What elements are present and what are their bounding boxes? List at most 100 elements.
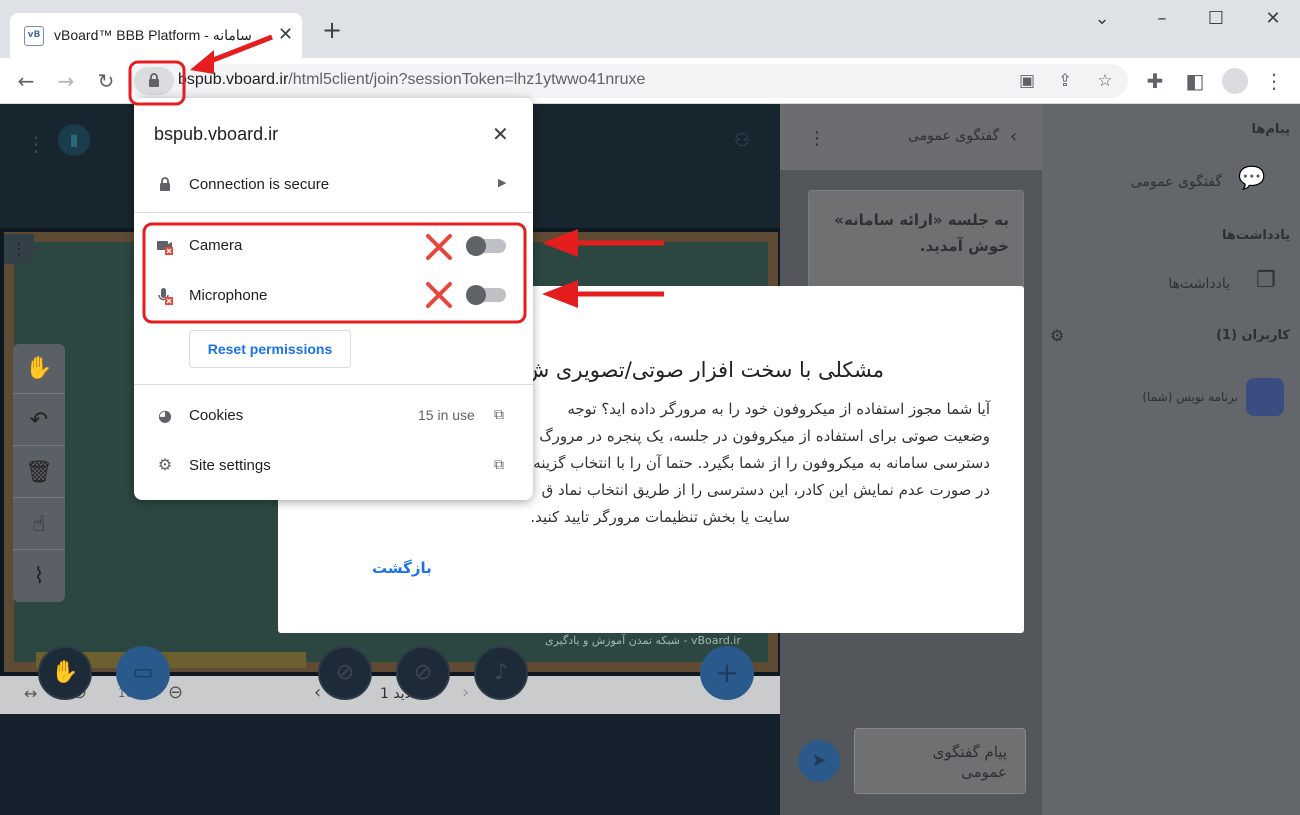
divider — [134, 384, 533, 385]
chat-back-icon[interactable]: ‹ — [1010, 126, 1017, 147]
new-tab-icon[interactable]: + — [322, 18, 342, 42]
chat-title: گفتگوی عمومی — [908, 128, 1000, 144]
modal-line-4: در صورت عدم نمایش این کادر، این دسترسی ر… — [541, 481, 990, 499]
user-list-toggle-icon[interactable]: ⚇ — [734, 130, 750, 151]
reset-permissions-button[interactable]: Reset permissions — [189, 330, 351, 368]
toggle-knob — [466, 285, 486, 305]
slide-credit: vBoard.ir - شبکه تمدن آموزش و یادگیری — [545, 634, 741, 647]
gear-icon: ⚙ — [157, 455, 173, 474]
forward-icon[interactable]: → — [54, 70, 78, 94]
zoom-out-icon[interactable]: ⊖ — [168, 682, 183, 703]
presentation-toggle-button[interactable]: ▭ — [116, 646, 170, 700]
site-info-popup: bspub.vboard.ir ✕ Connection is secure ▶… — [134, 98, 533, 500]
welcome-line-1: به جلسه «ارائه سامانه» — [834, 211, 1009, 229]
maximize-icon[interactable]: ☐ — [1196, 6, 1236, 32]
vboard-favicon-icon: vB — [24, 26, 44, 46]
tab-strip: vB vBoard™ BBB Platform - سامانه ✕ + ⌄ –… — [0, 0, 1300, 58]
actions-plus-button[interactable]: + — [700, 646, 754, 700]
chat-message-input[interactable]: پیام گفتگوی عمومی — [854, 728, 1026, 794]
lock-icon — [160, 177, 170, 191]
close-window-icon[interactable]: ✕ — [1253, 6, 1293, 32]
chat-placeholder-line-1: پیام گفتگوی — [932, 743, 1007, 761]
chat-placeholder-line-2: عمومی — [961, 763, 1007, 781]
raise-hand-button[interactable]: ✋ — [38, 646, 92, 700]
next-slide-icon[interactable]: › — [462, 682, 469, 703]
hand-tool-icon[interactable]: ✋ — [13, 344, 65, 394]
notes-document-icon: ❐ — [1256, 268, 1276, 293]
fit-width-icon[interactable]: ↔ — [24, 684, 37, 703]
chat-options-icon[interactable]: ⋮ — [808, 128, 826, 149]
open-external-icon: ⧉ — [494, 407, 504, 423]
browser-tab[interactable]: vB vBoard™ BBB Platform - سامانه ✕ — [10, 13, 302, 58]
chart-icon[interactable]: ⌇ — [13, 552, 65, 602]
profile-avatar[interactable] — [1222, 68, 1248, 94]
modal-title: مشکلی با سخت افزار صوتی/تصویری ش — [523, 358, 884, 382]
user-sidebar: پیام‌ها گفتگوی عمومی 💬 یادداشت‌ها یادداش… — [1042, 104, 1300, 815]
action-bar — [0, 714, 780, 815]
toggle-knob — [466, 236, 486, 256]
welcome-line-2: خوش آمدید. — [919, 237, 1009, 255]
blocked-x-icon — [426, 234, 452, 260]
modal-line-2: وضعیت صوتی برای استفاده از میکروفون در ج… — [539, 427, 990, 445]
site-info-button[interactable] — [134, 67, 174, 95]
chat-bubbles-icon: 💬 — [1238, 166, 1266, 191]
url-host: bspub.vboard.ir — [178, 71, 289, 88]
lock-icon — [149, 73, 159, 87]
open-external-icon: ⧉ — [494, 457, 504, 473]
side-panel-icon[interactable]: ◧ — [1183, 70, 1207, 94]
back-icon[interactable]: ← — [14, 70, 38, 94]
blocked-x-icon — [426, 282, 452, 308]
chat-header: ⋮ گفتگوی عمومی ‹ — [780, 104, 1042, 170]
messages-heading: پیام‌ها — [1251, 122, 1291, 137]
undo-icon[interactable]: ↶ — [13, 396, 65, 446]
user-avatar — [1246, 378, 1284, 416]
users-settings-gear-icon[interactable]: ⚙ — [1050, 326, 1064, 345]
modal-line-3: دسترسی سامانه به میکروفون را از شما بگیر… — [533, 454, 990, 472]
popup-close-icon[interactable]: ✕ — [492, 122, 509, 146]
divider — [134, 212, 533, 213]
camera-toggle[interactable] — [466, 236, 506, 256]
slide-menu-icon[interactable]: ⋮ — [4, 234, 34, 264]
extensions-icon[interactable]: ✚ — [1143, 70, 1167, 94]
camera-off-button[interactable]: ⊘ — [396, 646, 450, 700]
close-tab-icon[interactable]: ✕ — [278, 24, 293, 45]
bookmark-star-icon[interactable]: ☆ — [1094, 70, 1116, 92]
url-text: bspub.vboard.ir/html5client/join?session… — [178, 71, 645, 89]
popup-host: bspub.vboard.ir — [154, 124, 279, 144]
user-name[interactable]: برنامه نویس (شما) — [1142, 390, 1238, 404]
trash-icon[interactable]: 🗑 — [13, 448, 65, 498]
camera-label: Camera — [189, 237, 243, 254]
microphone-blocked-icon — [158, 288, 173, 305]
camera-blocked-icon — [157, 241, 173, 255]
public-chat-item[interactable]: گفتگوی عمومی — [1131, 174, 1222, 190]
cookies-count: 15 in use — [418, 407, 475, 423]
options-kebab-icon[interactable]: ⋮ — [26, 132, 46, 156]
multi-user-pointer-icon[interactable]: ☝ — [13, 500, 65, 550]
screen-share-off-button[interactable]: ⊘ — [318, 646, 372, 700]
whiteboard-toolbar: ✋ ↶ 🗑 ☝ ⌇ — [13, 344, 65, 602]
connection-label: Connection is secure — [189, 176, 330, 193]
modal-line-5: سایت یا بخش تنظیمات مرورگر تایید کنید. — [530, 508, 790, 526]
back-button[interactable]: بازگشت — [372, 559, 432, 577]
send-message-button[interactable]: ➤ — [798, 740, 840, 782]
users-heading: کاربران (1) — [1216, 328, 1290, 343]
menu-kebab-icon[interactable]: ⋮ — [1262, 70, 1286, 94]
audio-button[interactable]: ♪ — [474, 646, 528, 700]
modal-line-1: آیا شما مجوز استفاده از میکروفون خود را … — [567, 400, 990, 418]
microphone-label: Microphone — [189, 287, 268, 304]
share-icon[interactable]: ⇪ — [1054, 70, 1076, 92]
minimize-icon[interactable]: – — [1142, 6, 1182, 32]
notes-heading: یادداشت‌ها — [1221, 228, 1290, 243]
cookies-label: Cookies — [189, 407, 244, 424]
stats-icon[interactable]: ▮ — [58, 124, 90, 156]
reload-icon[interactable]: ↻ — [94, 70, 118, 94]
chevron-right-icon: ▶ — [498, 176, 507, 189]
cookie-icon: ◕ — [158, 406, 172, 425]
tab-title: vBoard™ BBB Platform - سامانه — [54, 27, 252, 43]
camera-blocked-icon[interactable]: ▣ — [1016, 70, 1038, 92]
tab-search-icon[interactable]: ⌄ — [1082, 6, 1122, 32]
notes-item[interactable]: یادداشت‌ها — [1168, 276, 1230, 292]
address-bar[interactable]: bspub.vboard.ir/html5client/join?session… — [128, 64, 1128, 98]
microphone-toggle[interactable] — [466, 285, 506, 305]
url-path: /html5client/join?sessionToken=lhz1ytwwo… — [288, 71, 646, 88]
